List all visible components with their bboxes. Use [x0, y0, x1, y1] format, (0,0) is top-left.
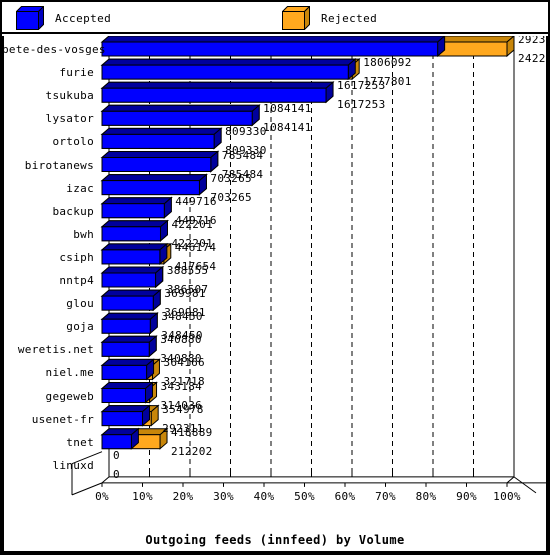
offered-value-label: 703265	[210, 171, 252, 185]
category-label: linuxd	[52, 458, 94, 472]
offered-value-label: 0	[113, 448, 120, 462]
cube-icon	[282, 6, 310, 30]
category-label: nntp4	[59, 274, 94, 287]
category-label: bwh	[73, 227, 94, 241]
category-label: bete-des-vosges	[2, 43, 106, 56]
offered-value-label: 2923602	[518, 36, 546, 46]
offered-value-label: 1084141	[263, 102, 312, 116]
category-label: goja	[66, 320, 94, 334]
offered-value-label: 1806092	[363, 56, 412, 70]
x-axis-title: Outgoing feeds (innfeed) by Volume	[145, 533, 405, 547]
category-label: weretis.net	[17, 343, 94, 357]
offered-value-label: 364166	[163, 356, 205, 370]
offered-value-label: 418889	[171, 425, 213, 439]
x-tick-label: 100%	[493, 489, 521, 503]
offered-value-label: 348450	[161, 310, 203, 324]
offered-value-label: 1617253	[337, 79, 386, 93]
category-label: usenet-fr	[31, 412, 94, 426]
category-label: gegeweb	[45, 389, 94, 403]
offered-value-label: 449716	[175, 194, 217, 208]
category-label: izac	[66, 181, 94, 195]
accepted-value-label: 212202	[171, 444, 213, 458]
offered-value-label: 809330	[225, 125, 267, 139]
category-label: birotanews	[24, 158, 94, 172]
category-label: glou	[66, 297, 94, 311]
offered-value-label: 354978	[162, 402, 204, 416]
offered-value-label: 343184	[160, 379, 203, 393]
legend-item-rejected: Rejected	[282, 6, 377, 30]
category-label: tnet	[66, 435, 94, 449]
legend-label-rejected: Rejected	[321, 11, 378, 25]
offered-value-label: 340880	[160, 333, 202, 347]
category-label: csiph	[59, 250, 94, 264]
accepted-value-label: 1084141	[263, 121, 312, 135]
offered-value-label: 422201	[171, 217, 214, 231]
accepted-value-label: 1617253	[337, 98, 386, 112]
accepted-value-label: 2422873	[518, 52, 546, 65]
offered-value-label: 785484	[221, 148, 264, 162]
category-label: niel.me	[45, 366, 94, 380]
category-label: lysator	[45, 112, 94, 126]
category-label: furie	[59, 66, 94, 80]
chart-container: Accepted Rejected bete-des-vosges furie ts…	[0, 0, 550, 555]
legend-label-accepted: Accepted	[55, 11, 112, 25]
offered-value-label: 369981	[164, 287, 206, 301]
offered-value-label: 446174	[174, 240, 217, 254]
legend-item-accepted: Accepted	[16, 6, 111, 30]
category-label: backup	[52, 204, 94, 218]
offered-value-label: 388555	[166, 264, 209, 277]
accepted-value-label: 0	[113, 467, 120, 481]
category-label: tsukuba	[45, 89, 94, 103]
category-label: ortolo	[52, 135, 94, 149]
cube-icon	[16, 6, 44, 30]
chart-legend: Accepted Rejected	[2, 2, 548, 34]
plot-area: bete-des-vosges furie tsukuba lysator ortolo…	[2, 36, 548, 553]
